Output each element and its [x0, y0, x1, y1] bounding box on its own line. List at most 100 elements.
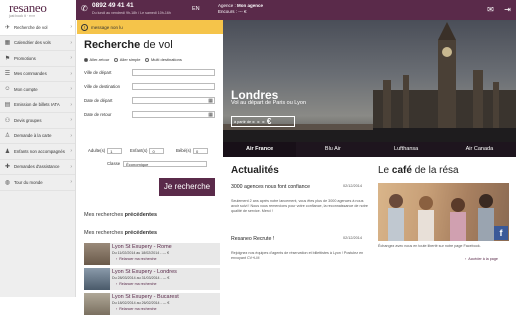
recent-search-item[interactable]: Lyon St Exupery - Londres Du 28/03/2014 …	[84, 268, 220, 290]
agency-info: Agence : Mon agence Encours : --- €	[218, 3, 263, 15]
children-label: Enfant(s)	[130, 148, 148, 154]
chevron-right-icon: ›	[70, 148, 72, 155]
phone-number: 0892 49 41 41	[92, 2, 134, 9]
search-title-rest: de vol	[143, 39, 173, 51]
language-switch[interactable]: EN	[192, 6, 200, 12]
trip-type-oneway[interactable]: Aller simple	[114, 57, 140, 62]
friends-photo	[388, 194, 494, 241]
trip-type-multi[interactable]: Multi destinations	[145, 57, 182, 62]
chevron-right-icon: ›	[70, 86, 72, 93]
children-field: Enfant(s) 0	[130, 148, 165, 154]
recent-search-item[interactable]: Lyon St Exupery - Bucarest Du 18/02/2014…	[84, 293, 220, 315]
logout-icon[interactable]: ⇥	[502, 4, 513, 15]
sidebar-item-calendar[interactable]: ▦ Calendrier des vols ›	[0, 36, 75, 51]
news-body: Rejoignez nos équipes d'agents de réserv…	[231, 251, 364, 260]
logo-name: resaneo	[9, 0, 47, 15]
class-select[interactable]: Économique	[123, 161, 208, 167]
babies-select[interactable]: 0	[193, 148, 209, 154]
calendar-icon: ▦	[4, 40, 11, 47]
chevron-right-icon: ›	[70, 55, 72, 62]
plane-icon: ✈	[4, 24, 11, 31]
news-item[interactable]: 3000 agences nous font confiance 02/12/2…	[231, 184, 371, 214]
cafe-photo[interactable]: f	[378, 183, 509, 241]
trip-type-label: Aller simple	[119, 57, 141, 62]
top-bar: resaneo just book it · ▪▪▪▪▪ ✆ 0892 49 4…	[0, 0, 516, 20]
relaunch-search-link[interactable]: Relancer ma recherche	[116, 307, 156, 311]
sidebar-item-group-quotes[interactable]: ⚇ Devis groupes ›	[0, 113, 75, 129]
alert-icon: !	[81, 23, 88, 31]
return-date-label: Date de retour	[84, 112, 112, 117]
unread-message-bar[interactable]: ! message non lu	[77, 20, 223, 34]
recent-search-dates: Du 18/02/2014 au 26/02/2014 - --- €	[112, 301, 170, 305]
sidebar-item-label: Emission de billets IATA	[14, 102, 60, 108]
destination-city-label: Ville de destination	[84, 84, 120, 89]
cafe-text: Échangez avec nous en toute liberté sur …	[378, 244, 481, 248]
destination-thumbnail	[84, 243, 110, 265]
search-button[interactable]: Je recherche	[159, 178, 215, 196]
recent-search-item[interactable]: Lyon St Exupery - Rome Du 11/02/2014 au …	[84, 243, 220, 265]
hero-banner[interactable]: Londres Vol au départ de Paris ou Lyon à…	[223, 20, 516, 157]
user-icon: ☺	[4, 86, 11, 93]
sidebar-item-orders[interactable]: ☰ Mes commandes ›	[0, 67, 75, 82]
facebook-page-link[interactable]: Accéder à la page	[465, 257, 498, 261]
sidebar-item-iata[interactable]: ▤ Emission de billets IATA ›	[0, 98, 75, 113]
sidebar-item-unaccompanied[interactable]: ♟ Enfants non accompagnés ›	[0, 144, 75, 160]
logo[interactable]: resaneo just book it · ▪▪▪▪▪	[0, 0, 76, 20]
relaunch-search-link[interactable]: Relancer ma recherche	[116, 282, 156, 286]
recent-search-dates: Du 28/03/2014 au 31/03/2014 - --- €	[112, 276, 170, 280]
balance-label: Encours : --- €	[218, 9, 247, 14]
recent-search-title: Lyon St Exupery - Rome	[112, 244, 172, 250]
class-field: Classe Économique	[107, 161, 208, 167]
news-item[interactable]: Resaneo Recrute ! 02/12/2014 Rejoignez n…	[231, 236, 371, 261]
return-date-input[interactable]: ▦	[132, 111, 215, 118]
sidebar-item-world-tour[interactable]: ◍ Tour du monde ›	[0, 175, 75, 191]
facebook-icon[interactable]: f	[494, 226, 508, 240]
child-icon: ♟	[4, 148, 11, 155]
notifications-icon[interactable]: ✉	[485, 4, 496, 15]
agency-name: Mon agence	[237, 3, 264, 8]
tab-air-canada[interactable]: Air Canada	[443, 142, 516, 157]
sidebar-item-label: Tour du monde	[14, 179, 43, 185]
children-select[interactable]: 0	[149, 148, 165, 154]
globe-icon: ◍	[4, 179, 11, 186]
sidebar-item-label: Demande à la carte	[14, 133, 52, 139]
tab-air-france[interactable]: Air France	[223, 142, 297, 157]
list-icon: ☰	[4, 71, 11, 78]
agency-label: Agence :	[218, 3, 236, 8]
sidebar-item-promotions[interactable]: ⚑ Promotions ›	[0, 51, 75, 67]
sidebar-item-assistance[interactable]: ✚ Demandes d'assistance ›	[0, 160, 75, 175]
calendar-icon[interactable]: ▦	[208, 98, 213, 104]
tab-blu-air[interactable]: Blu Air	[296, 142, 369, 157]
radio-button[interactable]	[114, 57, 119, 62]
sidebar: ✈ Recherche de vol › ▦ Calendrier des vols ›…	[0, 20, 76, 297]
sidebar-item-account[interactable]: ☺ Mon compte ›	[0, 82, 75, 98]
price-badge[interactable]: à partir de - - - €	[231, 116, 295, 127]
chevron-right-icon: ›	[70, 70, 72, 77]
previous-searches-bold: précédentes	[124, 230, 158, 236]
sidebar-item-flight-search[interactable]: ✈ Recherche de vol ›	[0, 20, 75, 36]
ticket-icon: ▤	[4, 102, 11, 109]
news-body: Seulement 2 ans après notre lancement, v…	[231, 199, 368, 213]
cafe-heading-part: de la résa	[414, 165, 459, 176]
trip-type-label: Aller-retour	[89, 57, 110, 62]
tab-lufthansa[interactable]: Lufthansa	[370, 142, 443, 157]
price-prefix: à partir de	[234, 120, 252, 124]
radio-button[interactable]	[84, 57, 88, 62]
trip-type-radios: Aller-retour Aller simple Multi destinat…	[84, 57, 223, 62]
sidebar-item-label: Devis groupes	[14, 117, 42, 123]
calendar-icon[interactable]: ▦	[208, 112, 213, 118]
sidebar-item-custom-request[interactable]: ♙ Demande à la carte ›	[0, 129, 75, 144]
destination-city-input[interactable]	[132, 83, 215, 90]
departure-date-label: Date de départ	[84, 98, 113, 103]
relaunch-search-link[interactable]: Relancer ma recherche	[116, 257, 156, 261]
trip-type-roundtrip[interactable]: Aller-retour	[84, 57, 109, 62]
departure-city-input[interactable]	[132, 69, 215, 76]
departure-city-label: Ville de départ	[84, 70, 112, 75]
radio-button[interactable]	[145, 57, 150, 62]
adults-select[interactable]: 1	[107, 148, 123, 154]
phone-icon: ✆	[81, 4, 88, 13]
airline-tabs: Air France Blu Air Lufthansa Air Canada	[223, 142, 516, 157]
departure-date-input[interactable]: ▦	[132, 97, 215, 104]
cafe-heading-bold: café	[391, 165, 412, 176]
search-title: Recherche de vol	[84, 39, 223, 51]
